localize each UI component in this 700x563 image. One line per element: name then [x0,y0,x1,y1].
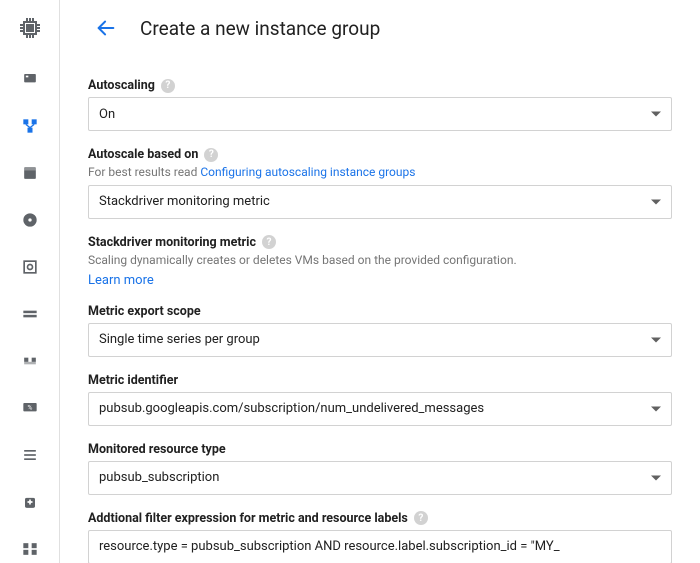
label-metric-export-scope: Metric export scope [88,304,672,319]
help-icon[interactable]: ? [262,235,276,249]
select-autoscale-based-on-value: Stackdriver monitoring metric [99,194,270,209]
input-additional-filter-value: resource.type = pubsub_subscription AND … [99,539,560,554]
disks-icon[interactable] [10,205,50,234]
vm-instances-icon[interactable] [10,64,50,93]
helper-stackdriver-metric: Scaling dynamically creates or deletes V… [88,252,672,269]
select-metric-export-scope[interactable]: Single time series per group [88,323,672,357]
product-compute-icon[interactable] [10,10,50,46]
field-metric-export-scope: Metric export scope Single time series p… [88,304,672,357]
page-title: Create a new instance group [140,17,380,40]
helper-autoscale-prefix: For best results read [88,165,200,179]
helper-autoscale-based-on: For best results read Configuring autosc… [88,164,672,181]
back-button[interactable] [88,10,124,46]
help-icon[interactable]: ? [161,79,175,93]
field-stackdriver-metric: Stackdriver monitoring metric ? Scaling … [88,235,672,288]
health-checks-icon[interactable] [10,487,50,516]
zones-icon[interactable] [10,534,50,563]
select-monitored-resource-type-value: pubsub_subscription [99,470,219,485]
sidebar: % [0,0,60,563]
help-icon[interactable]: ? [204,148,218,162]
form: Autoscaling ? On Autoscale based on ? Fo… [88,56,672,563]
instance-templates-icon[interactable] [10,158,50,187]
select-autoscaling-value: On [99,107,115,122]
label-autoscaling: Autoscaling ? [88,78,672,93]
label-autoscaling-text: Autoscaling [88,78,155,93]
label-metric-identifier: Metric identifier [88,373,672,388]
label-stackdriver-metric: Stackdriver monitoring metric ? [88,235,672,250]
label-autoscale-based-on-text: Autoscale based on [88,147,198,162]
header: Create a new instance group [88,0,672,56]
instance-groups-icon[interactable] [10,111,50,140]
snapshots-icon[interactable] [10,252,50,281]
field-monitored-resource-type: Monitored resource type pubsub_subscript… [88,442,672,495]
link-learn-more[interactable]: Learn more [88,273,672,288]
label-monitored-resource-type: Monitored resource type [88,442,672,457]
label-additional-filter-text: Addtional filter expression for metric a… [88,511,408,526]
label-autoscale-based-on: Autoscale based on ? [88,147,672,162]
select-autoscale-based-on[interactable]: Stackdriver monitoring metric [88,185,672,219]
tpus-icon[interactable] [10,346,50,375]
field-additional-filter: Addtional filter expression for metric a… [88,511,672,563]
input-additional-filter[interactable]: resource.type = pubsub_subscription AND … [88,530,672,563]
field-autoscale-based-on: Autoscale based on ? For best results re… [88,147,672,219]
link-configuring-autoscaling[interactable]: Configuring autoscaling instance groups [200,165,415,179]
main-panel: Create a new instance group Autoscaling … [60,0,700,563]
field-autoscaling: Autoscaling ? On [88,78,672,131]
label-metric-identifier-text: Metric identifier [88,373,178,388]
label-monitored-resource-type-text: Monitored resource type [88,442,226,457]
select-metric-export-scope-value: Single time series per group [99,332,260,347]
help-icon[interactable]: ? [414,511,428,525]
label-additional-filter: Addtional filter expression for metric a… [88,511,672,526]
label-metric-export-scope-text: Metric export scope [88,304,201,319]
select-autoscaling[interactable]: On [88,97,672,131]
label-stackdriver-metric-text: Stackdriver monitoring metric [88,235,256,250]
svg-text:%: % [27,403,32,411]
select-monitored-resource-type[interactable]: pubsub_subscription [88,461,672,495]
metadata-icon[interactable] [10,440,50,469]
committed-use-icon[interactable]: % [10,393,50,422]
images-icon[interactable] [10,299,50,328]
select-metric-identifier-value: pubsub.googleapis.com/subscription/num_u… [99,401,484,416]
select-metric-identifier[interactable]: pubsub.googleapis.com/subscription/num_u… [88,392,672,426]
field-metric-identifier: Metric identifier pubsub.googleapis.com/… [88,373,672,426]
